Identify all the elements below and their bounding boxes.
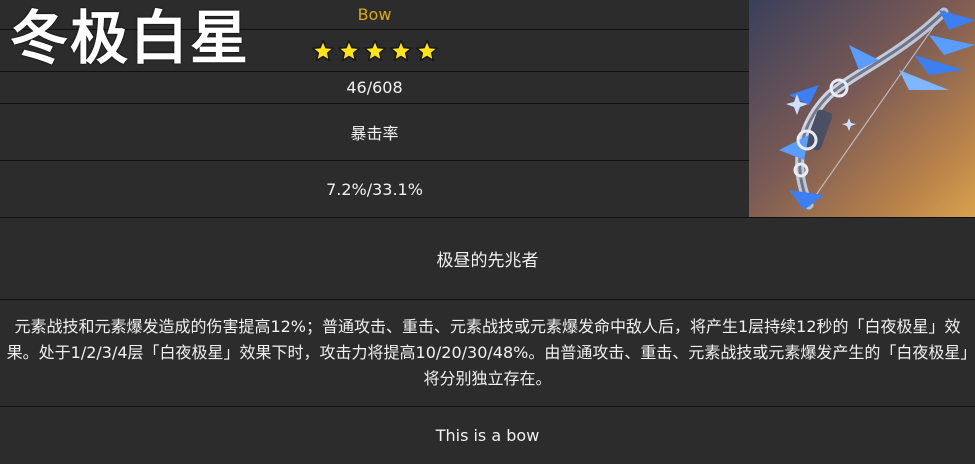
bow-art-image xyxy=(749,0,975,218)
star-icon xyxy=(363,39,387,63)
star-icon xyxy=(389,39,413,63)
weapon-description: This is a bow xyxy=(435,426,540,445)
star-icon xyxy=(337,39,361,63)
weapon-card: 冬极白星 Bow 46/608 暴击率 7.2%/33.1% 极昼的先兆者 元素… xyxy=(0,0,975,464)
star-icon xyxy=(311,39,335,63)
substat-value: 7.2%/33.1% xyxy=(0,161,749,218)
passive-description: 元素战技和元素爆发造成的伤害提高12%；普通攻击、重击、元素战技或元素爆发命中敌… xyxy=(0,300,975,407)
star-icon xyxy=(415,39,439,63)
passive-name: 极昼的先兆者 xyxy=(0,218,975,300)
weapon-name: 冬极白星 xyxy=(10,4,251,72)
substat-name: 暴击率 xyxy=(0,104,749,161)
